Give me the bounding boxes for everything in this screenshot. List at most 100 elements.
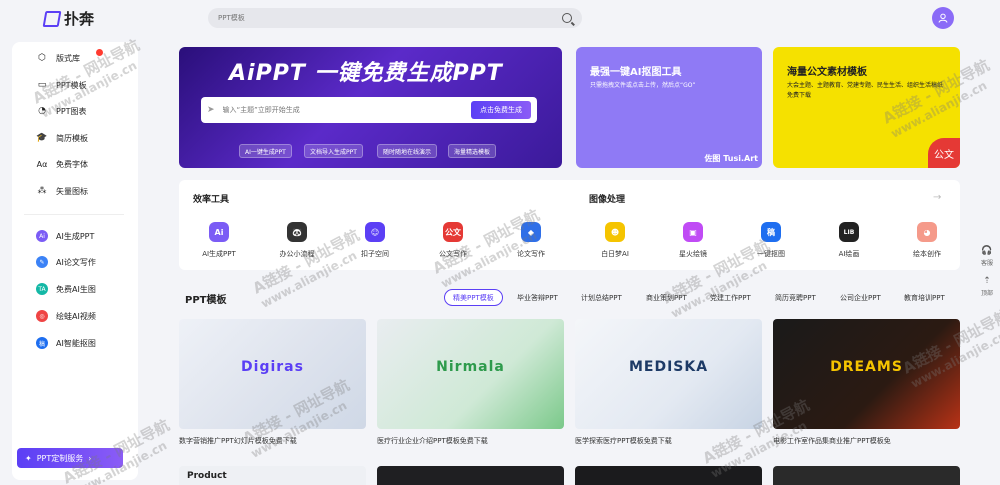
template-caption[interactable]: 医疗行业企业介绍PPT模板免费下载	[377, 436, 564, 446]
generate-button[interactable]: 点击免费生成	[471, 101, 531, 119]
tool-icon: ☺	[365, 222, 385, 242]
sidebar-item-fonts[interactable]: Aα 免费字体	[36, 158, 88, 170]
chart-icon: ◔	[38, 106, 46, 116]
template-thumbnail[interactable]	[773, 466, 960, 485]
tab-ppt-category[interactable]: 商业策划PPT	[638, 289, 695, 306]
tab-ppt-category[interactable]: 简历竞聘PPT	[767, 289, 824, 306]
sidebar-item-vector-icons[interactable]: ⁂ 矢量图标	[36, 185, 89, 197]
promo-card-cutout[interactable]: 最强一键AI抠图工具 只需拖拽文件或点击上传，然后点“GO” 佐图 Tusi.A…	[576, 47, 762, 168]
sidebar-item-ai-cutout[interactable]: 稿 AI智能抠图	[36, 337, 96, 349]
top-bar: 扑奔	[0, 0, 1000, 36]
custom-ppt-label: PPT定制服务	[36, 453, 84, 463]
sidebar-item-label: AI生成PPT	[56, 231, 95, 241]
tool-efficiency-0[interactable]: Ai AI生成PPT	[189, 222, 249, 259]
tool-image-4[interactable]: ◕ 绘本创作	[897, 222, 957, 259]
sidebar-item-label: 矢量图标	[56, 186, 88, 196]
tool-label: 绘本创作	[913, 250, 941, 258]
tools-panel: 效率工具 图像处理 → Ai AI生成PPT 🐼 办公小流程 ☺ 扣子空间 公文 公文写作 ◆ 论…	[179, 180, 960, 270]
tool-label: 白日梦AI	[601, 250, 629, 258]
thumbnail-title: DREAMS	[830, 359, 903, 376]
tab-ppt-category[interactable]: 计划总结PPT	[573, 289, 630, 306]
template-thumbnail[interactable]: Digiras	[179, 319, 366, 429]
promo-card-official-docs[interactable]: 海量公文素材模板 大会主题、主题教育、党建专题、民生生活、组织生活稿纸免费下载 …	[773, 47, 960, 168]
topic-input[interactable]	[222, 106, 463, 114]
tool-efficiency-2[interactable]: ☺ 扣子空间	[345, 222, 405, 259]
template-thumbnail[interactable]	[575, 466, 762, 485]
tab-ppt-category[interactable]: 党建工作PPT	[702, 289, 759, 306]
sidebar-item-layout-library[interactable]: ⬡ 版式库	[36, 49, 103, 64]
sidebar-item-label: PPT模板	[56, 80, 87, 90]
tool-label: 公文写作	[439, 250, 467, 258]
hero-banner[interactable]: AiPPT 一键免费生成PPT ➤ 点击免费生成 AI一键生成PPT 文档导入生…	[179, 47, 562, 168]
sidebar-item-ppt-templates[interactable]: ▭ PPT模板	[36, 79, 87, 91]
hero-chip[interactable]: 海量精选模板	[448, 144, 497, 158]
ppt-section-title: PPT模板	[185, 295, 227, 306]
logo-mark-icon	[42, 10, 62, 27]
tool-icon: 稿	[761, 222, 781, 242]
search-bar[interactable]	[208, 8, 582, 28]
sidebar-item-ai-paper[interactable]: ✎ AI论文写作	[36, 256, 96, 268]
sidebar: ⬡ 版式库 ▭ PPT模板 ◔ PPT图表 🎓 简历模板 Aα 免费字体 ⁂ 矢…	[12, 42, 138, 480]
sidebar-item-label: 绘蛙AI视频	[56, 311, 96, 321]
tool-label: 论文写作	[517, 250, 545, 258]
tool-image-1[interactable]: ▣ 星火绘镜	[663, 222, 723, 259]
template-thumbnail[interactable]: Nirmala	[377, 319, 564, 429]
cube-icon: ⬡	[38, 53, 46, 63]
ai-write-icon: ✎	[36, 256, 48, 268]
user-icon	[938, 13, 948, 23]
ai-ppt-icon: Ai	[36, 230, 48, 242]
hero-title: AiPPT 一键免费生成PPT	[229, 61, 503, 86]
search-icon[interactable]	[562, 13, 572, 23]
tab-ppt-category[interactable]: 教育培训PPT	[896, 289, 953, 306]
tab-ppt-category[interactable]: 精美PPT模板	[444, 289, 503, 306]
sidebar-item-free-ai-image[interactable]: TA 免费AI生图	[36, 283, 96, 295]
template-caption[interactable]: 数字营销推广PPT幻灯片模板免费下载	[179, 436, 366, 446]
logo[interactable]: 扑奔	[42, 8, 95, 29]
tool-icon: LIB	[839, 222, 859, 242]
hero-chip[interactable]: 文档导入生成PPT	[304, 144, 363, 158]
tool-efficiency-4[interactable]: ◆ 论文写作	[501, 222, 561, 259]
tusi-logo: 佐图 Tusi.Art	[704, 154, 758, 163]
tool-efficiency-3[interactable]: 公文 公文写作	[423, 222, 483, 259]
template-caption[interactable]: 医学探索医疗PPT模板免费下载	[575, 436, 762, 446]
official-doc-badge: 公文	[928, 138, 960, 168]
font-icon: Aα	[36, 159, 48, 169]
template-thumbnail[interactable]: MEDISKA	[575, 319, 762, 429]
sidebar-item-ai-ppt[interactable]: Ai AI生成PPT	[36, 230, 94, 242]
sidebar-item-label: AI论文写作	[56, 257, 96, 267]
sidebar-item-resume[interactable]: 🎓 简历模板	[36, 132, 88, 144]
tool-label: 星火绘镜	[679, 250, 707, 258]
sidebar-item-ppt-charts[interactable]: ◔ PPT图表	[36, 105, 86, 117]
sidebar-item-ai-video[interactable]: ◎ 绘蛙AI视频	[36, 310, 96, 322]
tool-image-3[interactable]: LIB AI绘画	[819, 222, 879, 259]
tool-efficiency-1[interactable]: 🐼 办公小流程	[267, 222, 327, 259]
user-avatar[interactable]	[932, 7, 954, 29]
sidebar-item-label: 免费AI生图	[56, 284, 96, 294]
tool-icon: ▣	[683, 222, 703, 242]
thumbnail-title: Product	[187, 471, 227, 481]
sidebar-item-label: AI智能抠图	[56, 338, 96, 348]
back-to-top-button[interactable]: ⇡ 顶部	[981, 276, 993, 297]
arrow-right-icon[interactable]: →	[933, 192, 941, 203]
service-label: 客服	[981, 260, 994, 267]
customer-service-button[interactable]: 🎧 客服	[981, 246, 993, 267]
template-thumbnail[interactable]	[377, 466, 564, 485]
tab-ppt-category[interactable]: 毕业答辩PPT	[509, 289, 566, 306]
tool-image-0[interactable]: ☻ 白日梦AI	[585, 222, 645, 259]
send-icon: ➤	[207, 105, 215, 115]
template-thumbnail[interactable]: Product	[179, 466, 366, 485]
efficiency-tools-title: 效率工具	[193, 195, 230, 205]
hero-chip[interactable]: 随时随地在线演示	[377, 144, 438, 158]
hero-input-box[interactable]: ➤ 点击免费生成	[201, 97, 537, 123]
hero-chip[interactable]: AI一键生成PPT	[239, 144, 292, 158]
logo-text: 扑奔	[64, 10, 95, 28]
template-caption[interactable]: 电影工作室作品集商业推广PPT模板免	[773, 436, 960, 446]
sparkle-icon: ✦	[25, 453, 32, 463]
tab-ppt-category[interactable]: 公司企业PPT	[832, 289, 889, 306]
hot-badge	[96, 49, 103, 56]
tool-image-2[interactable]: 稿一键抠图	[741, 222, 801, 259]
custom-ppt-button[interactable]: ✦ PPT定制服务 ›	[17, 448, 123, 468]
template-thumbnail[interactable]: DREAMS	[773, 319, 960, 429]
search-input[interactable]	[218, 14, 562, 22]
thumbnail-title: MEDISKA	[628, 359, 709, 376]
